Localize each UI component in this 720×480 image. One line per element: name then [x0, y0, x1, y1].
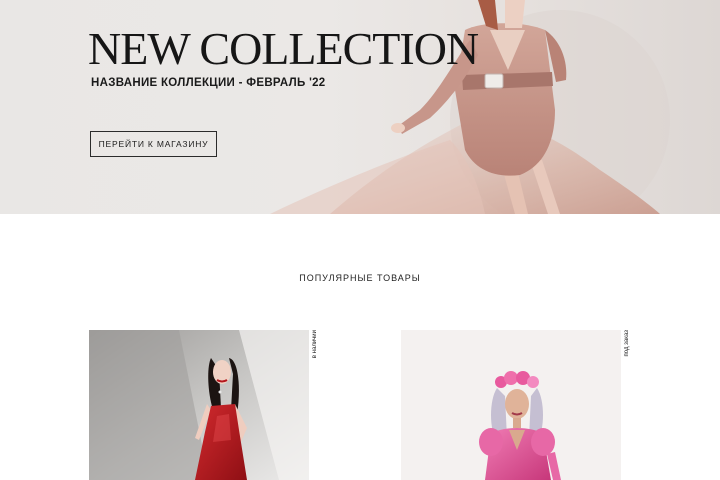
- stock-status-label: в наличии: [312, 330, 318, 359]
- product-card[interactable]: в наличии: [89, 330, 321, 480]
- product-image[interactable]: [401, 330, 621, 480]
- go-to-shop-button[interactable]: ПЕРЕЙТИ К МАГАЗИНУ: [90, 131, 217, 157]
- hero-title: NEW COLLECTION: [88, 23, 479, 74]
- stock-status-label: под заказ: [624, 330, 630, 357]
- product-image[interactable]: [89, 330, 309, 480]
- hero-banner: NEW COLLECTION НАЗВАНИЕ КОЛЛЕКЦИИ - ФЕВР…: [0, 0, 720, 214]
- product-card[interactable]: под заказ: [401, 330, 633, 480]
- hero-subtitle: НАЗВАНИЕ КОЛЛЕКЦИИ - ФЕВРАЛЬ '22: [91, 77, 326, 89]
- popular-products-title: ПОПУЛЯРНЫЕ ТОВАРЫ: [299, 273, 421, 283]
